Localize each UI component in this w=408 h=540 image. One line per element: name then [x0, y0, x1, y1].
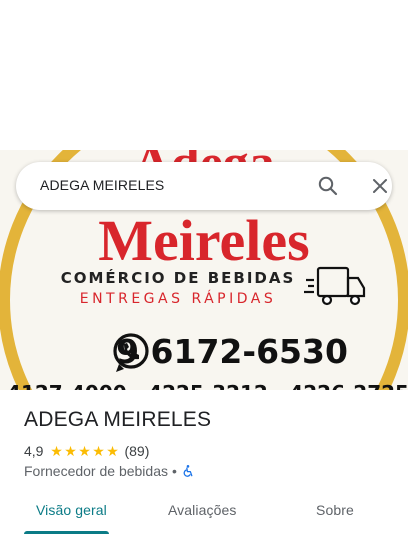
search-input[interactable]: ADEGA MEIRELES — [40, 177, 164, 193]
rating-value: 4,9 — [24, 443, 44, 459]
tab-avaliacoes[interactable]: Avaliações — [168, 502, 236, 518]
logo-tagline-2: ENTREGAS RÁPIDAS — [80, 290, 277, 307]
search-bar[interactable]: ADEGA MEIRELES — [16, 162, 392, 210]
active-tab-indicator — [24, 531, 109, 534]
logo-tagline-1: COMÉRCIO DE BEBIDAS — [61, 268, 296, 287]
category-row: Fornecedor de bebidas • — [24, 463, 195, 479]
tab-visao-geral[interactable]: Visão geral — [36, 502, 107, 518]
tab-bar: Visão geral Avaliações Sobre — [0, 492, 408, 540]
logo-phone-number: 9 6172-6530 — [116, 332, 348, 371]
blank-top-area — [0, 0, 408, 150]
star-icon: ★ — [50, 443, 63, 459]
review-count[interactable]: (89) — [124, 443, 149, 459]
close-icon[interactable] — [368, 174, 392, 198]
star-icon: ★ — [106, 443, 119, 459]
place-category: Fornecedor de bebidas — [24, 463, 168, 479]
logo-phones-more: 4127-4000 · 4225-3212 · 4226-2725 — [7, 381, 408, 390]
place-title: ADEGA MEIRELES — [24, 408, 212, 431]
star-rating: ★ ★ ★ ★ ★ — [49, 444, 119, 458]
separator-dot: • — [172, 463, 177, 479]
rating-row[interactable]: 4,9 ★ ★ ★ ★ ★ (89) — [24, 442, 149, 460]
logo-text-main: Meireles — [98, 208, 309, 273]
star-icon: ★ — [78, 443, 91, 459]
search-icon[interactable] — [316, 174, 340, 198]
star-icon: ★ — [92, 443, 105, 459]
wheelchair-accessible-icon — [181, 464, 195, 478]
star-icon: ★ — [64, 443, 77, 459]
tab-sobre[interactable]: Sobre — [316, 502, 354, 518]
